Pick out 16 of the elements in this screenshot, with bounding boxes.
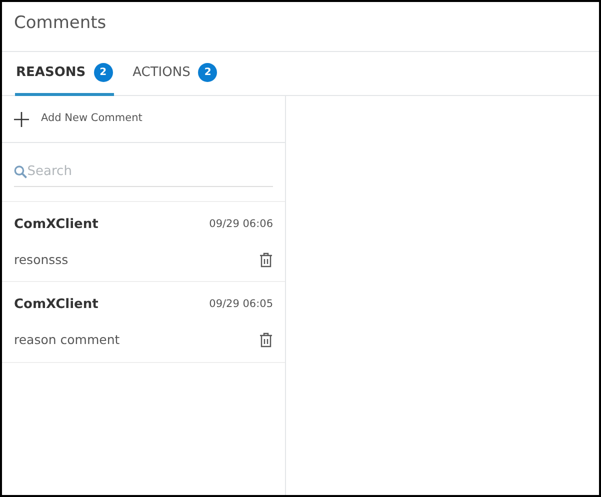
add-comment-button[interactable]: Add New Comment: [2, 96, 285, 143]
delete-icon[interactable]: [259, 252, 273, 268]
comment-text: resonsss: [14, 250, 68, 268]
count-badge: 2: [94, 63, 113, 82]
comment-author: ComXClient: [14, 296, 98, 314]
delete-icon[interactable]: [259, 332, 273, 348]
comment-text: reason comment: [14, 330, 120, 349]
tab[interactable]: REASONS 2: [15, 52, 114, 96]
comment-time: 09/29 06:06: [209, 216, 273, 232]
tab[interactable]: ACTIONS 2: [132, 52, 218, 96]
comment-author: ComXClient: [14, 216, 98, 234]
search-icon: [14, 164, 28, 178]
count-badge: 2: [198, 63, 218, 82]
window-title: Comments: [14, 13, 106, 33]
comment-time: 09/29 06:05: [209, 297, 273, 312]
plus-icon: [14, 112, 29, 126]
